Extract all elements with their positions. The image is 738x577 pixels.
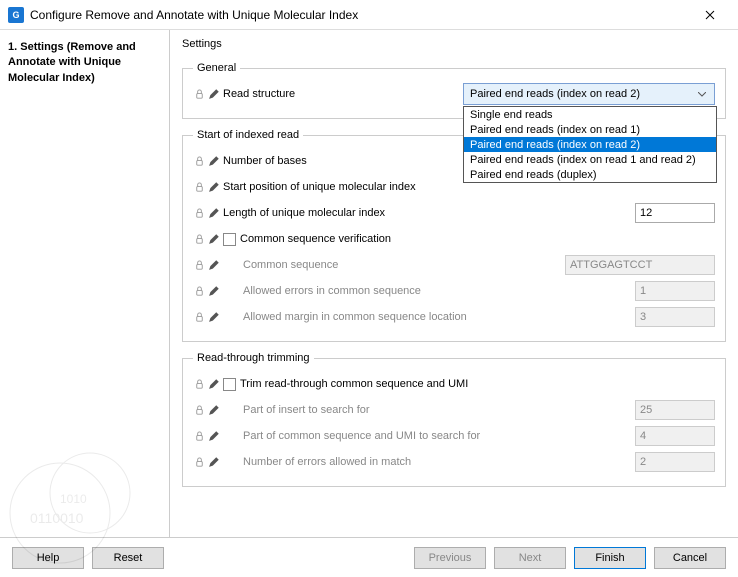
lock-icon [193,404,205,416]
lock-icon [193,181,205,193]
pencil-icon [207,285,219,297]
window-title: Configure Remove and Annotate with Uniqu… [30,8,690,22]
csv-checkbox[interactable] [223,233,236,246]
pencil-icon [207,233,219,245]
pencil-icon [207,430,219,442]
close-button[interactable] [690,0,730,30]
dropdown-option[interactable]: Paired end reads (index on read 2) [464,137,716,152]
lock-icon [193,430,205,442]
allowed-errors-input [635,281,715,301]
settings-panel: Settings General Read structure Paired e… [170,30,738,537]
next-button: Next [494,547,566,569]
indexed-read-legend: Start of indexed read [193,129,303,141]
help-button[interactable]: Help [12,547,84,569]
pencil-icon [207,88,219,100]
length-input[interactable] [635,203,715,223]
read-structure-label: Read structure [223,88,295,100]
part-common-input [635,426,715,446]
dropdown-option[interactable]: Paired end reads (duplex) [464,167,716,182]
common-seq-label: Common sequence [243,259,338,271]
pencil-icon [207,404,219,416]
settings-heading: Settings [182,38,726,50]
wizard-sidebar: 1. Settings (Remove and Annotate with Un… [0,30,170,537]
lock-icon [193,311,205,323]
step-title: Settings (Remove and Annotate with Uniqu… [8,41,136,84]
num-errors-label: Number of errors allowed in match [243,456,411,468]
dropdown-option[interactable]: Paired end reads (index on read 1) [464,122,716,137]
pencil-icon [207,155,219,167]
finish-button[interactable]: Finish [574,547,646,569]
svg-text:0110010: 0110010 [30,510,84,526]
pencil-icon [207,259,219,271]
trim-label: Trim read-through common sequence and UM… [240,378,468,390]
lock-icon [193,285,205,297]
dropdown-option[interactable]: Single end reads [464,107,716,122]
readthrough-group: Read-through trimming Trim read-through … [182,352,726,487]
readthrough-legend: Read-through trimming [193,352,314,364]
common-seq-input [565,255,715,275]
pencil-icon [207,207,219,219]
pencil-icon [207,311,219,323]
num-bases-label: Number of bases [223,155,307,167]
allowed-errors-label: Allowed errors in common sequence [243,285,421,297]
wizard-step-1: 1. Settings (Remove and Annotate with Un… [8,40,161,86]
reset-button[interactable]: Reset [92,547,164,569]
trim-checkbox[interactable] [223,378,236,391]
allowed-margin-label: Allowed margin in common sequence locati… [243,311,467,323]
length-label: Length of unique molecular index [223,207,385,219]
num-errors-input [635,452,715,472]
lock-icon [193,456,205,468]
lock-icon [193,155,205,167]
step-number: 1. [8,41,17,53]
dropdown-option[interactable]: Paired end reads (index on read 1 and re… [464,152,716,167]
part-insert-label: Part of insert to search for [243,404,370,416]
pencil-icon [207,378,219,390]
cancel-button[interactable]: Cancel [654,547,726,569]
svg-text:1010: 1010 [60,492,87,506]
general-group: General Read structure Paired end reads … [182,62,726,119]
lock-icon [193,233,205,245]
chevron-down-icon [694,92,710,97]
titlebar: G Configure Remove and Annotate with Uni… [0,0,738,30]
close-icon [705,10,715,20]
lock-icon [193,378,205,390]
csv-label: Common sequence verification [240,233,391,245]
lock-icon [193,259,205,271]
part-insert-input [635,400,715,420]
read-structure-options: Single end readsPaired end reads (index … [463,106,717,183]
lock-icon [193,207,205,219]
part-common-label: Part of common sequence and UMI to searc… [243,430,480,442]
dropdown-value: Paired end reads (index on read 2) [470,88,694,100]
pencil-icon [207,456,219,468]
allowed-margin-input [635,307,715,327]
previous-button: Previous [414,547,486,569]
app-icon: G [8,7,24,23]
button-bar: Help Reset Previous Next Finish Cancel [0,537,738,577]
general-legend: General [193,62,240,74]
read-structure-dropdown[interactable]: Paired end reads (index on read 2) Singl… [463,83,715,105]
start-pos-label: Start position of unique molecular index [223,181,416,193]
lock-icon [193,88,205,100]
pencil-icon [207,181,219,193]
